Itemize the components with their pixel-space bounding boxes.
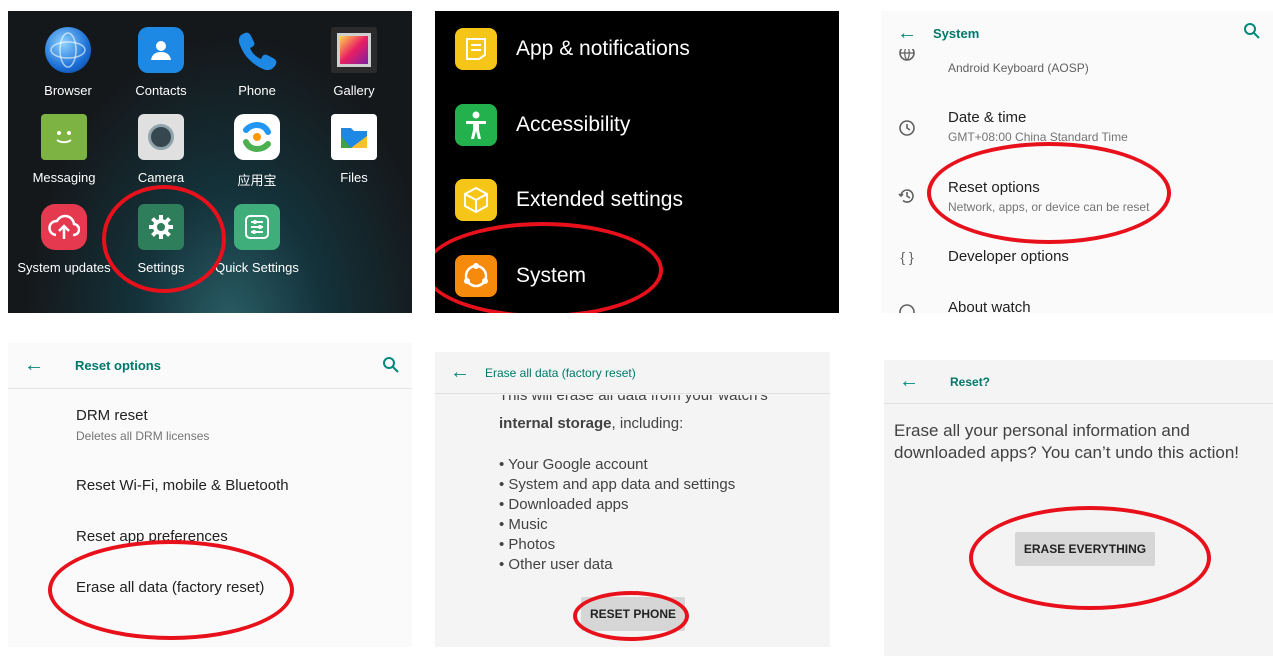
data-list: • Your Google account • System and app d… [499,455,735,575]
app-label: Messaging [32,170,96,185]
erase-everything-button[interactable]: ERASE EVERYTHING [1015,532,1155,566]
menu-item-label: Accessibility [516,113,631,136]
reset-options-title[interactable]: Reset options [948,179,1040,196]
app-contacts[interactable]: Contacts [111,27,211,98]
app-label: Camera [137,170,185,185]
menu-item-accessibility[interactable]: Accessibility [455,103,630,147]
history-icon [895,187,919,210]
page-title: System [933,25,980,41]
settings-menu-panel: App & notifications Accessibility Extend… [435,11,839,313]
search-icon[interactable] [1243,22,1261,45]
app-messaging[interactable]: Messaging [14,114,114,185]
settings-list: Android Keyboard (AOSP) Date & time GMT+… [881,47,1273,313]
system-icon [455,255,497,297]
app-files[interactable]: Files [304,114,404,185]
confirm-reset-panel: ← Reset? Erase all your personal informa… [884,360,1273,656]
app-phone[interactable]: Phone [207,27,307,98]
back-arrow-icon[interactable]: ← [884,370,934,393]
cube-icon [455,179,497,221]
confirm-message: Erase all your personal information and … [894,421,1239,462]
message-icon [41,114,87,160]
home-screen-panel: Browser Contacts Phone Gallery Messaging… [8,11,412,313]
page-title: Erase all data (factory reset) [485,365,636,380]
cloud-upload-icon [41,204,87,250]
sliders-icon [234,204,280,250]
contacts-icon [138,27,184,73]
list-item: • System and app data and settings [499,476,736,493]
menu-item-label: Extended settings [516,188,683,211]
app-label: Files [340,170,368,185]
reset-phone-button[interactable]: RESET PHONE [581,597,685,631]
app-bar: ← Reset options [8,343,412,389]
camera-icon [138,114,184,160]
app-store[interactable]: 应用宝 [207,114,307,189]
app-camera[interactable]: Camera [111,114,211,185]
date-time-subtitle: GMT+08:00 China Standard Time [948,130,1128,144]
app-label: Phone [238,83,276,98]
system-panel: ← System Android Keyboard (AOSP) Date & … [881,11,1273,313]
list-item: • Your Google account [499,456,648,473]
app-browser[interactable]: Browser [18,27,118,98]
reset-app-prefs-title[interactable]: Reset app preferences [76,528,228,545]
reset-options-subtitle: Network, apps, or device can be reset [948,200,1150,214]
info-icon [895,303,919,313]
phone-icon [234,27,280,73]
app-label: System updates [17,260,111,275]
menu-item-label: System [516,264,587,287]
app-settings[interactable]: Settings [111,204,211,275]
app-label: Gallery [333,83,375,98]
app-label: Quick Settings [215,260,299,275]
reset-network-title[interactable]: Reset Wi-Fi, mobile & Bluetooth [76,477,289,494]
page-title: Reset options [75,358,161,373]
list-item: • Downloaded apps [499,496,629,513]
app-store-icon [234,114,280,160]
drm-reset-title[interactable]: DRM reset [76,407,148,424]
gallery-icon [331,27,377,73]
app-label: Browser [44,83,92,98]
drm-reset-subtitle: Deletes all DRM licenses [76,429,210,443]
intro-text: internal storage, including: [499,415,683,432]
list-item: • Music [499,516,548,533]
page-title: Reset? [950,374,991,389]
app-bar: ← Erase all data (factory reset) [435,352,830,394]
globe-icon [895,49,919,63]
app-label: 应用宝 [237,173,277,188]
menu-item-label: App & notifications [516,37,690,60]
globe-icon [45,27,91,73]
menu-item-apps-notifications[interactable]: App & notifications [455,27,690,71]
files-icon [331,114,377,160]
braces-icon: { } [900,249,914,265]
date-time-title[interactable]: Date & time [948,109,1026,126]
factory-reset-panel: ← Erase all data (factory reset) This wi… [435,352,830,647]
about-watch-title[interactable]: About watch [948,299,1031,313]
list-item: • Photos [499,536,556,553]
accessibility-icon [455,104,497,146]
app-bar: ← Reset? [884,360,1273,404]
menu-item-system[interactable]: System [455,254,586,298]
back-arrow-icon[interactable]: ← [8,354,60,377]
gear-icon [138,204,184,250]
notification-icon [455,28,497,70]
search-icon[interactable] [382,356,400,379]
app-system-updates[interactable]: System updates [14,204,114,275]
developer-options-title[interactable]: Developer options [948,248,1069,265]
app-quick-settings[interactable]: Quick Settings [207,204,307,275]
intro-rest: , including: [611,415,684,432]
clock-icon [895,119,919,142]
keyboard-subtitle: Android Keyboard (AOSP) [948,61,1089,75]
factory-reset-title[interactable]: Erase all data (factory reset) [76,579,264,596]
app-gallery[interactable]: Gallery [304,27,404,98]
back-arrow-icon[interactable]: ← [435,361,485,384]
list-item: • Other user data [499,556,613,573]
intro-cut-line: This will erase all data from your watch… [499,395,768,404]
menu-item-extended-settings[interactable]: Extended settings [455,178,683,222]
intro-bold: internal storage [499,415,612,432]
reset-options-panel: ← Reset options DRM reset Deletes all DR… [8,343,412,647]
app-label: Settings [137,260,185,275]
app-label: Contacts [135,83,187,98]
back-arrow-icon[interactable]: ← [881,22,933,45]
